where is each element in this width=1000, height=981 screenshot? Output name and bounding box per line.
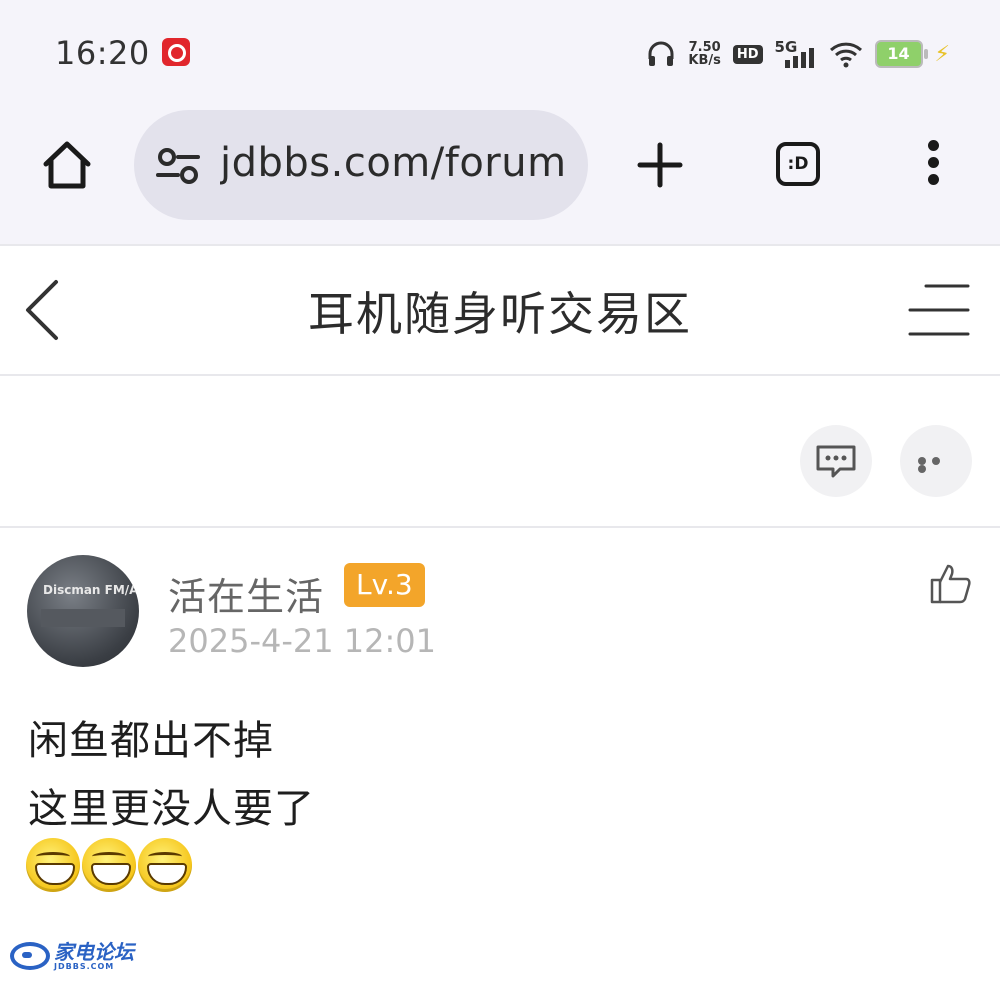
more-options-button[interactable] xyxy=(900,425,972,497)
grin-emoji-icon xyxy=(138,838,192,892)
browser-menu-icon[interactable] xyxy=(922,140,944,190)
thumbs-up-icon[interactable] xyxy=(928,562,972,606)
signal-icon: 5G xyxy=(775,38,817,70)
forum-menu-icon[interactable] xyxy=(906,282,972,338)
post-content-line: 闲鱼都出不掉 xyxy=(28,718,274,764)
post-content-line: 这里更没人要了 xyxy=(28,786,315,832)
browser-chrome: 16:20 7.50 KB/s HD 5G 14 ⚡ jdbbs.com/for… xyxy=(0,0,1000,244)
post-timestamp: 2025-4-21 12:01 xyxy=(168,622,436,660)
new-tab-icon[interactable] xyxy=(636,141,684,189)
grin-emoji-icon xyxy=(82,838,136,892)
status-time: 16:20 xyxy=(55,34,150,72)
page-title: 耳机随身听交易区 xyxy=(308,287,692,341)
grin-emoji-icon xyxy=(26,838,80,892)
post-divider xyxy=(0,526,1000,528)
address-bar[interactable]: jdbbs.com/forum. xyxy=(134,110,588,220)
reply-button[interactable] xyxy=(800,425,872,497)
emoji-row xyxy=(26,838,192,896)
comment-icon xyxy=(816,445,856,478)
hd-badge: HD xyxy=(732,44,763,64)
wifi-icon xyxy=(829,42,862,68)
charging-icon: ⚡ xyxy=(934,41,950,67)
level-badge: Lv.3 xyxy=(344,563,425,607)
site-settings-icon[interactable] xyxy=(156,146,200,186)
battery-icon: 14 xyxy=(874,40,928,68)
status-icons: 7.50 KB/s HD 5G 14 ⚡ xyxy=(646,36,950,72)
more-dots-icon xyxy=(918,457,958,473)
netease-music-icon xyxy=(162,38,190,66)
tab-switcher-button[interactable]: :D xyxy=(776,142,820,186)
jdbbs-watermark: 家电论坛 JDBBS.COM xyxy=(10,938,134,974)
jdbbs-logo-icon xyxy=(10,942,50,970)
header-divider xyxy=(0,374,1000,376)
net-speed: 7.50 KB/s xyxy=(688,40,721,68)
url-text[interactable]: jdbbs.com/forum. xyxy=(220,140,570,186)
post-author[interactable]: 活在生活 xyxy=(168,566,324,621)
headphones-icon xyxy=(648,41,674,66)
avatar[interactable]: Discman FM/AM xyxy=(27,555,139,667)
chrome-divider xyxy=(0,244,1000,246)
home-icon[interactable] xyxy=(40,138,94,192)
